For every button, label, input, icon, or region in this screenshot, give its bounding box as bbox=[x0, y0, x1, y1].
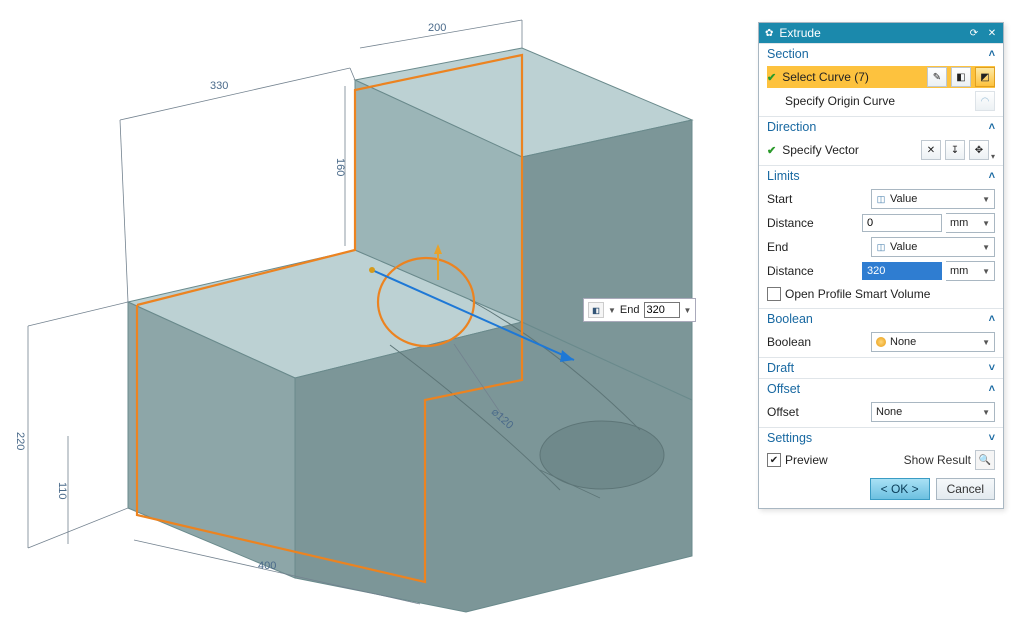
start-type-value: Value bbox=[890, 193, 978, 205]
section-header-settings[interactable]: Settings ˅ bbox=[759, 427, 1003, 448]
end-type-value: Value bbox=[890, 241, 978, 253]
vector-constructor-icon[interactable]: ✕ bbox=[921, 140, 941, 160]
curve-rule-icon[interactable]: ◧ bbox=[951, 67, 971, 87]
start-distance-label: Distance bbox=[767, 216, 858, 230]
sketch-section-icon[interactable]: ✎ bbox=[927, 67, 947, 87]
on-canvas-end-widget[interactable]: ◧ ▼ End ▼ bbox=[583, 298, 696, 322]
chevron-down-icon: ▼ bbox=[982, 338, 990, 347]
section-header-offset[interactable]: Offset ˄ bbox=[759, 378, 1003, 399]
end-unit-label: mm bbox=[950, 265, 982, 277]
dim-110: 110 bbox=[56, 482, 68, 500]
section-title-boolean: Boolean bbox=[767, 312, 989, 326]
specify-vector-row[interactable]: ✔ Specify Vector ✕ ↧ ✥ ▾ bbox=[767, 139, 995, 161]
select-curve-label: Select Curve (7) bbox=[780, 70, 923, 84]
value-cube-icon: ◧ bbox=[588, 302, 604, 318]
section-title-limits: Limits bbox=[767, 169, 989, 183]
section-header-boolean[interactable]: Boolean ˄ bbox=[759, 308, 1003, 329]
specify-origin-label: Specify Origin Curve bbox=[783, 94, 971, 108]
chevron-up-icon: ˄ bbox=[989, 48, 995, 60]
show-result-button[interactable]: 🔍 bbox=[975, 450, 995, 470]
section-title-settings: Settings bbox=[767, 431, 989, 445]
specify-origin-row[interactable]: Specify Origin Curve ◠ bbox=[767, 90, 995, 112]
offset-label: Offset bbox=[767, 405, 867, 419]
vector-dialog-icon[interactable]: ✥ bbox=[969, 140, 989, 160]
chevron-down-icon: ▼ bbox=[982, 408, 990, 417]
chevron-up-icon: ˄ bbox=[989, 313, 995, 325]
chevron-up-icon: ˄ bbox=[989, 170, 995, 182]
end-label: End bbox=[767, 240, 867, 254]
end-value-dropdown-caret[interactable]: ▼ bbox=[684, 306, 692, 315]
start-distance-input[interactable] bbox=[862, 214, 942, 232]
offset-value: None bbox=[876, 406, 978, 418]
end-unit-select[interactable]: mm ▼ bbox=[946, 261, 995, 281]
section-header-draft[interactable]: Draft ˅ bbox=[759, 357, 1003, 378]
dim-330: 330 bbox=[210, 80, 228, 92]
section-title-offset: Offset bbox=[767, 382, 989, 396]
gear-icon: ✿ bbox=[765, 28, 773, 39]
chevron-down-icon[interactable]: ▾ bbox=[991, 152, 995, 161]
end-label: End bbox=[620, 304, 640, 316]
start-type-select[interactable]: ◫ Value ▼ bbox=[871, 189, 995, 209]
chevron-up-icon: ˄ bbox=[989, 121, 995, 133]
dim-220: 220 bbox=[14, 432, 26, 450]
extrude-dialog: ✿ Extrude ⟳ ✕ Section ˄ ✔ Select Curve (… bbox=[758, 22, 1004, 509]
section-header-section[interactable]: Section ˄ bbox=[759, 43, 1003, 64]
chevron-up-icon: ˄ bbox=[989, 383, 995, 395]
show-result-label: Show Result bbox=[904, 453, 971, 467]
dim-400: 400 bbox=[258, 560, 276, 572]
end-distance-input[interactable] bbox=[862, 262, 942, 280]
check-icon: ✔ bbox=[767, 144, 776, 157]
chevron-down-icon: ˅ bbox=[989, 362, 995, 374]
end-type-dropdown-caret[interactable]: ▼ bbox=[608, 306, 616, 315]
chevron-down-icon: ▼ bbox=[982, 243, 990, 252]
end-distance-label: Distance bbox=[767, 264, 858, 278]
chevron-down-icon: ˅ bbox=[989, 432, 995, 444]
chevron-down-icon: ▼ bbox=[982, 195, 990, 204]
dim-160: 160 bbox=[334, 158, 346, 176]
reset-icon[interactable]: ⟳ bbox=[967, 26, 981, 40]
ok-button[interactable]: < OK > bbox=[870, 478, 930, 500]
open-profile-label: Open Profile Smart Volume bbox=[785, 287, 930, 301]
start-unit-select[interactable]: mm ▼ bbox=[946, 213, 995, 233]
dialog-titlebar[interactable]: ✿ Extrude ⟳ ✕ bbox=[759, 23, 1003, 43]
open-profile-row[interactable]: Open Profile Smart Volume bbox=[767, 284, 995, 304]
chevron-down-icon: ▼ bbox=[982, 219, 990, 228]
dim-200: 200 bbox=[428, 22, 446, 34]
boolean-label: Boolean bbox=[767, 335, 867, 349]
section-title-draft: Draft bbox=[767, 361, 989, 375]
dialog-title: Extrude bbox=[777, 26, 963, 40]
reverse-direction-icon[interactable]: ↧ bbox=[945, 140, 965, 160]
section-header-direction[interactable]: Direction ˄ bbox=[759, 116, 1003, 137]
boolean-select[interactable]: None ▼ bbox=[871, 332, 995, 352]
none-icon bbox=[876, 337, 886, 347]
chevron-down-icon: ▼ bbox=[982, 267, 990, 276]
stop-at-intersection-icon[interactable]: ◩ bbox=[975, 67, 995, 87]
end-type-select[interactable]: ◫ Value ▼ bbox=[871, 237, 995, 257]
boolean-value: None bbox=[890, 336, 978, 348]
section-title-section: Section bbox=[767, 47, 989, 61]
origin-curve-icon[interactable]: ◠ bbox=[975, 91, 995, 111]
viewport-3d[interactable]: 330 200 160 220 110 400 ⌀120 ◧ ▼ End ▼ bbox=[0, 0, 750, 628]
specify-vector-label: Specify Vector bbox=[780, 143, 917, 157]
select-curve-row[interactable]: ✔ Select Curve (7) ✎ ◧ ◩ bbox=[767, 66, 995, 88]
offset-select[interactable]: None ▼ bbox=[871, 402, 995, 422]
start-unit-label: mm bbox=[950, 217, 982, 229]
preview-checkbox[interactable]: ✔ bbox=[767, 453, 781, 467]
value-cube-icon: ◫ bbox=[876, 242, 886, 252]
open-profile-checkbox[interactable] bbox=[767, 287, 781, 301]
check-icon: ✔ bbox=[767, 71, 776, 84]
value-cube-icon: ◫ bbox=[876, 194, 886, 204]
cancel-button[interactable]: Cancel bbox=[936, 478, 995, 500]
section-header-limits[interactable]: Limits ˄ bbox=[759, 165, 1003, 186]
preview-label: Preview bbox=[785, 453, 828, 467]
section-title-direction: Direction bbox=[767, 120, 989, 134]
close-icon[interactable]: ✕ bbox=[985, 26, 999, 40]
end-value-input[interactable] bbox=[644, 302, 680, 318]
start-label: Start bbox=[767, 192, 867, 206]
